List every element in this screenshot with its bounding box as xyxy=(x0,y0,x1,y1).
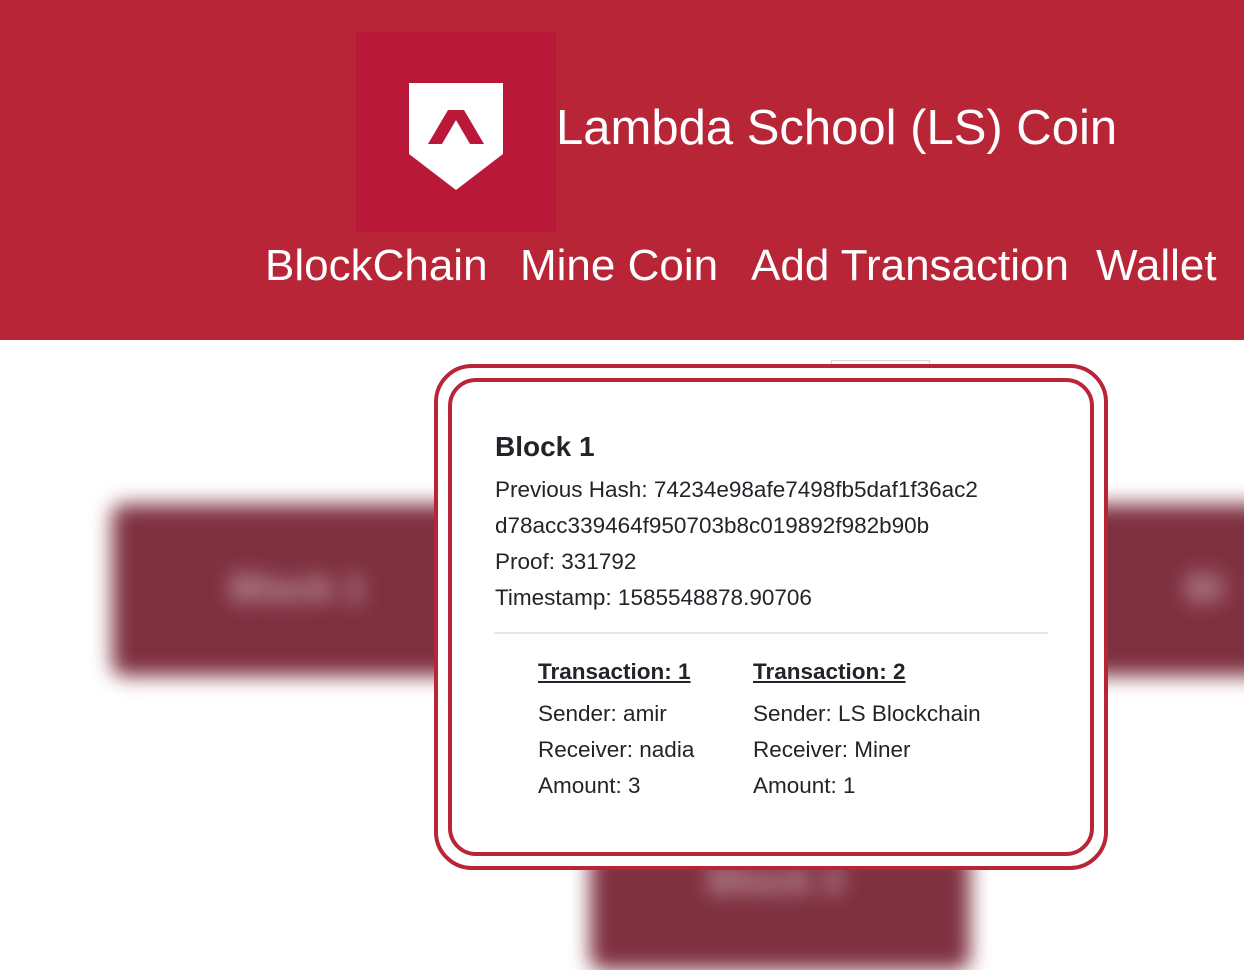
block-card-label: Bl xyxy=(1186,568,1224,610)
transaction-sender: Sender: LS Blockchain xyxy=(753,701,981,726)
previous-hash: Previous Hash: 74234e98afe7498fb5daf1f36… xyxy=(495,477,978,502)
timestamp: Timestamp: 1585548878.90706 xyxy=(495,585,812,610)
site-header: Lambda School (LS) Coin BlockChain Mine … xyxy=(0,0,1244,340)
lambda-shield-icon xyxy=(409,83,503,190)
block-title: Block 1 xyxy=(495,431,595,462)
block-card-label: Block 1 xyxy=(230,568,366,610)
transaction-card: Transaction: 1 Sender: amir Receiver: na… xyxy=(538,654,694,804)
nav-link-wallet[interactable]: Wallet xyxy=(1096,237,1217,295)
main-nav: BlockChain Mine Coin Add Transaction Wal… xyxy=(0,237,1244,297)
transaction-receiver: Receiver: Miner xyxy=(753,737,911,762)
transaction-amount: Amount: 1 xyxy=(753,773,856,798)
divider xyxy=(494,632,1048,634)
transaction-sender: Sender: amir xyxy=(538,701,667,726)
site-title: Lambda School (LS) Coin xyxy=(556,101,1118,155)
block-detail-content: Block 1 Previous Hash: 74234e98afe7498fb… xyxy=(448,378,1094,856)
transaction-card: Transaction: 2 Sender: LS Blockchain Rec… xyxy=(753,654,981,804)
block-card-background[interactable]: Block 1 xyxy=(112,504,472,676)
nav-link-blockchain[interactable]: BlockChain xyxy=(265,237,488,295)
nav-link-mine-coin[interactable]: Mine Coin xyxy=(520,237,718,295)
transaction-receiver: Receiver: nadia xyxy=(538,737,695,762)
logo[interactable] xyxy=(356,32,556,232)
previous-hash-continued: d78acc339464f950703b8c019892f982b90b xyxy=(495,513,930,538)
transaction-title: Transaction: 2 xyxy=(753,659,906,684)
transaction-amount: Amount: 3 xyxy=(538,773,641,798)
block-detail-modal: Block 1 Previous Hash: 74234e98afe7498fb… xyxy=(434,364,1108,870)
nav-link-add-transaction[interactable]: Add Transaction xyxy=(751,237,1069,295)
transaction-title: Transaction: 1 xyxy=(538,659,691,684)
proof: Proof: 331792 xyxy=(495,549,637,574)
